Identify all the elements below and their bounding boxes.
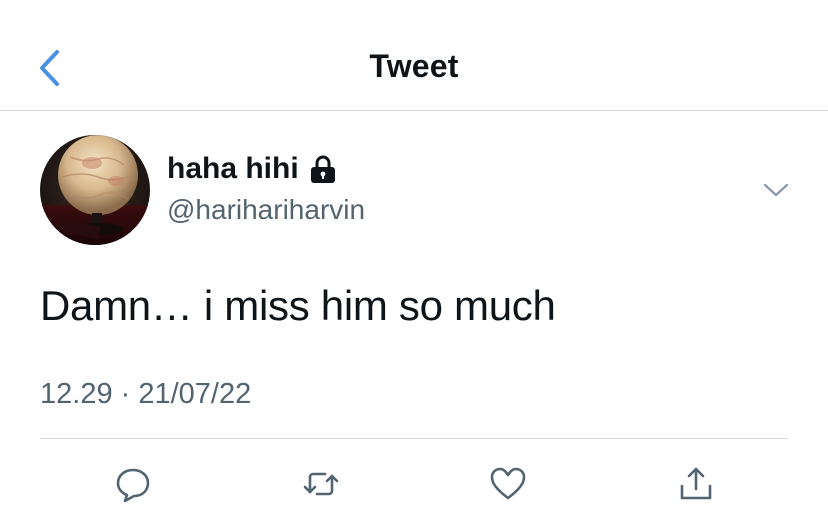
tweet-timestamp: 12.29 · 21/07/22	[40, 378, 252, 410]
heart-icon	[490, 467, 526, 500]
share-icon	[680, 467, 712, 500]
chevron-down-icon	[763, 183, 789, 197]
author-handle[interactable]: @harihariharvin	[167, 194, 365, 226]
page-title: Tweet	[369, 48, 459, 84]
tweet-text: Damn… i miss him so much	[40, 282, 556, 329]
reply-icon	[116, 468, 150, 503]
avatar[interactable]	[40, 135, 150, 245]
top-navigation-bar: Tweet	[0, 0, 828, 111]
share-button[interactable]	[674, 462, 718, 506]
like-button[interactable]	[486, 462, 530, 506]
reply-button[interactable]	[111, 462, 155, 506]
author-display-name: haha hihi	[167, 152, 299, 185]
tweet-menu-button[interactable]	[760, 176, 792, 204]
divider	[40, 438, 788, 439]
retweet-icon	[303, 472, 339, 496]
tweet-detail-screen: Tweet haha hihi @harihariharvin Damn… i …	[0, 0, 828, 520]
author-display-name-row[interactable]: haha hihi	[167, 152, 337, 186]
lock-icon	[310, 155, 335, 183]
retweet-button[interactable]	[299, 462, 343, 506]
avatar-image	[40, 135, 150, 245]
